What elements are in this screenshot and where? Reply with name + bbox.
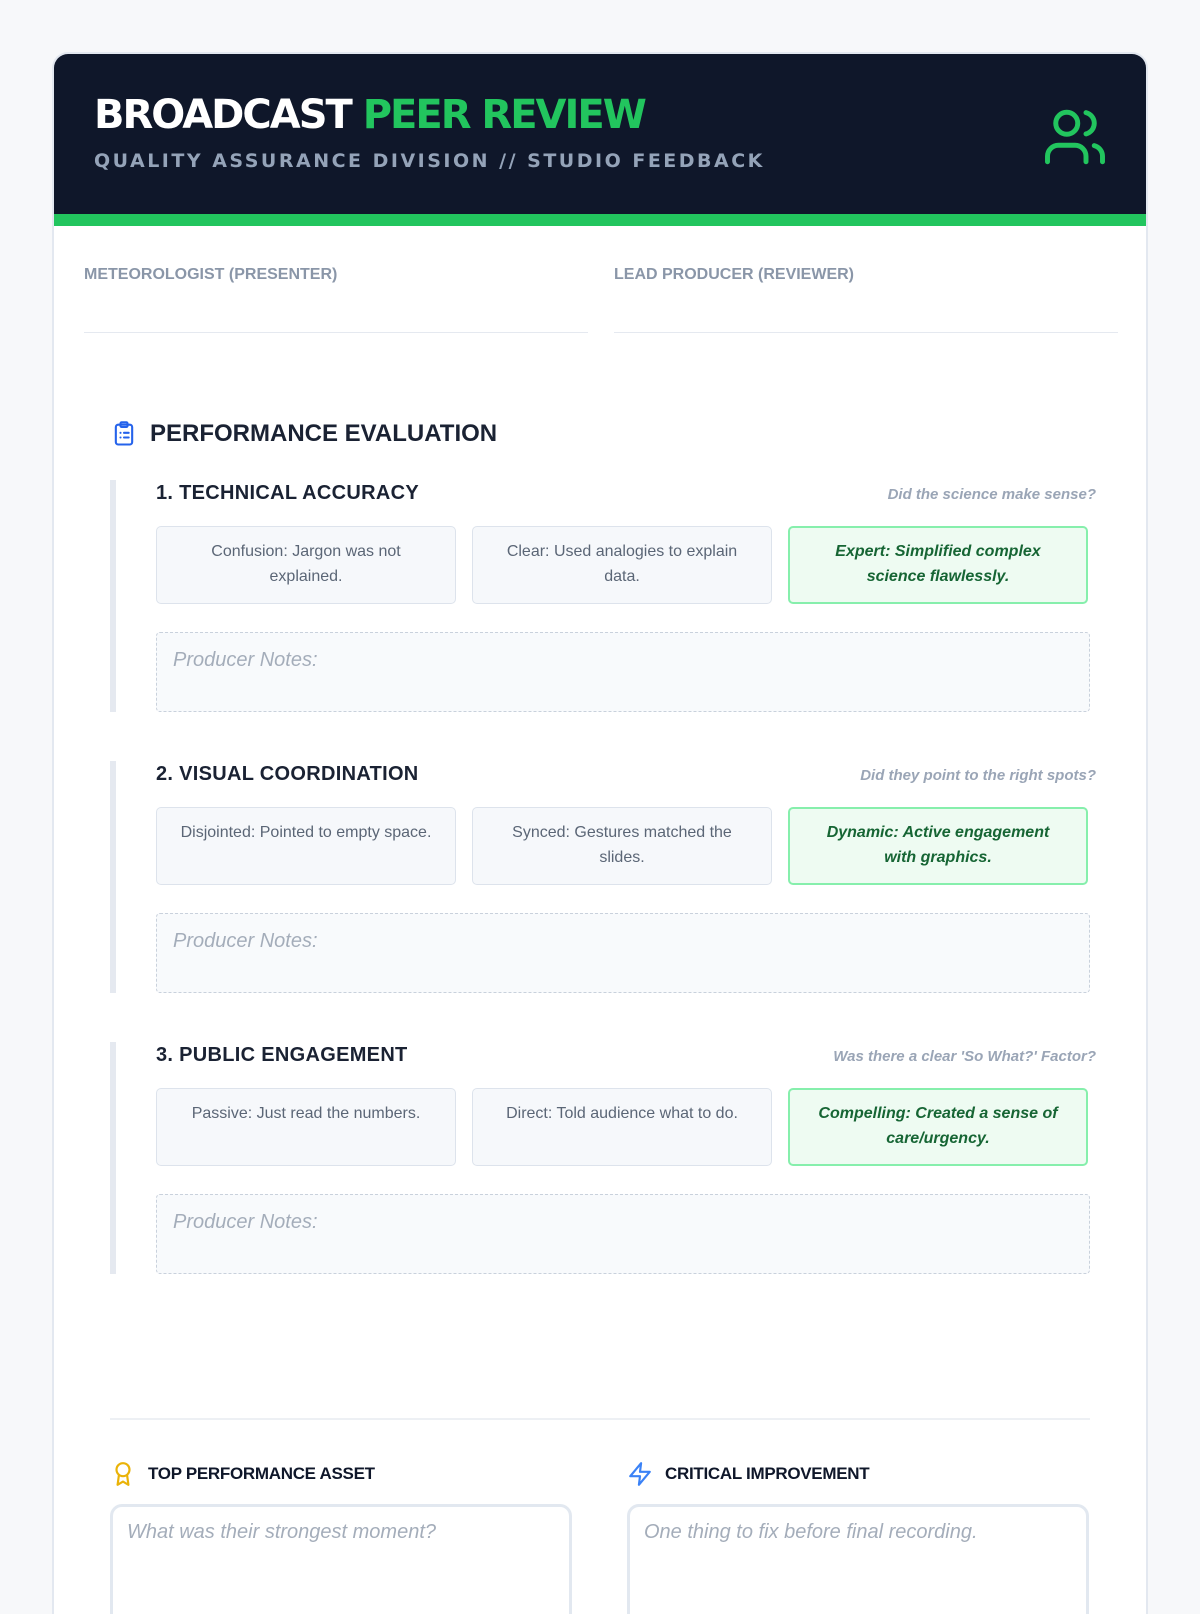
producer-notes-input[interactable]: Producer Notes:: [156, 913, 1090, 993]
rating-options: Passive: Just read the numbers. Direct: …: [156, 1088, 1090, 1168]
critical-improvement-header: CRITICAL IMPROVEMENT: [627, 1458, 1089, 1490]
criterion-technical-accuracy: 1. TECHNICAL ACCURACY Did the science ma…: [110, 480, 1096, 712]
critical-improvement-box: CRITICAL IMPROVEMENT: [627, 1458, 1089, 1614]
criterion-title: 1. TECHNICAL ACCURACY: [156, 482, 419, 504]
criterion-public-engagement: 3. PUBLIC ENGAGEMENT Was there a clear '…: [110, 1042, 1096, 1274]
criterion-hint: Did the science make sense?: [887, 486, 1096, 503]
criterion-title: 3. PUBLIC ENGAGEMENT: [156, 1044, 408, 1066]
producer-notes-input[interactable]: Producer Notes:: [156, 1194, 1090, 1274]
section-heading: PERFORMANCE EVALUATION: [110, 414, 497, 454]
top-asset-box: TOP PERFORMANCE ASSET: [110, 1458, 572, 1614]
top-asset-label: TOP PERFORMANCE ASSET: [148, 1464, 375, 1483]
form-subtitle: QUALITY ASSURANCE DIVISION // STUDIO FEE…: [94, 150, 765, 172]
rating-options: Disjointed: Pointed to empty space. Sync…: [156, 807, 1090, 887]
criterion-hint: Was there a clear 'So What?' Factor?: [833, 1048, 1096, 1065]
section-divider: [110, 1418, 1090, 1420]
reviewer-label: LEAD PRODUCER (REVIEWER): [614, 266, 855, 283]
critical-improvement-input[interactable]: [627, 1504, 1089, 1614]
presenter-field[interactable]: METEOROLOGIST (PRESENTER): [84, 226, 588, 333]
option-disjointed[interactable]: Disjointed: Pointed to empty space.: [156, 807, 456, 885]
option-passive[interactable]: Passive: Just read the numbers.: [156, 1088, 456, 1166]
reviewer-field[interactable]: LEAD PRODUCER (REVIEWER): [614, 226, 1118, 333]
option-expert-selected[interactable]: Expert: Simplified complex science flawl…: [788, 526, 1088, 604]
users-icon: [1045, 109, 1105, 165]
option-dynamic-selected[interactable]: Dynamic: Active engagement with graphics…: [788, 807, 1088, 885]
participant-fields: METEOROLOGIST (PRESENTER) LEAD PRODUCER …: [84, 226, 1118, 336]
criterion-visual-coordination: 2. VISUAL COORDINATION Did they point to…: [110, 761, 1096, 993]
critical-improvement-label: CRITICAL IMPROVEMENT: [665, 1464, 870, 1483]
option-synced[interactable]: Synced: Gestures matched the slides.: [472, 807, 772, 885]
review-form-card: BROADCAST PEER REVIEW QUALITY ASSURANCE …: [54, 54, 1146, 1614]
top-asset-header: TOP PERFORMANCE ASSET: [110, 1458, 572, 1490]
criterion-hint: Did they point to the right spots?: [860, 767, 1096, 784]
option-confusion[interactable]: Confusion: Jargon was not explained.: [156, 526, 456, 604]
title-main: BROADCAST: [94, 92, 353, 138]
option-clear[interactable]: Clear: Used analogies to explain data.: [472, 526, 772, 604]
rating-options: Confusion: Jargon was not explained. Cle…: [156, 526, 1090, 606]
presenter-label: METEOROLOGIST (PRESENTER): [84, 266, 338, 283]
title-accent: PEER REVIEW: [362, 92, 647, 138]
top-asset-input[interactable]: [110, 1504, 572, 1614]
form-title: BROADCAST PEER REVIEW: [94, 92, 647, 138]
producer-notes-input[interactable]: Producer Notes:: [156, 632, 1090, 712]
lightning-icon: [629, 1462, 651, 1486]
option-direct[interactable]: Direct: Told audience what to do.: [472, 1088, 772, 1166]
criterion-title: 2. VISUAL COORDINATION: [156, 763, 419, 785]
option-compelling-selected[interactable]: Compelling: Created a sense of care/urge…: [788, 1088, 1088, 1166]
award-icon: [115, 1462, 131, 1486]
form-header: BROADCAST PEER REVIEW QUALITY ASSURANCE …: [54, 54, 1146, 226]
section-title: PERFORMANCE EVALUATION: [150, 420, 498, 447]
clipboard-icon: [114, 421, 134, 446]
